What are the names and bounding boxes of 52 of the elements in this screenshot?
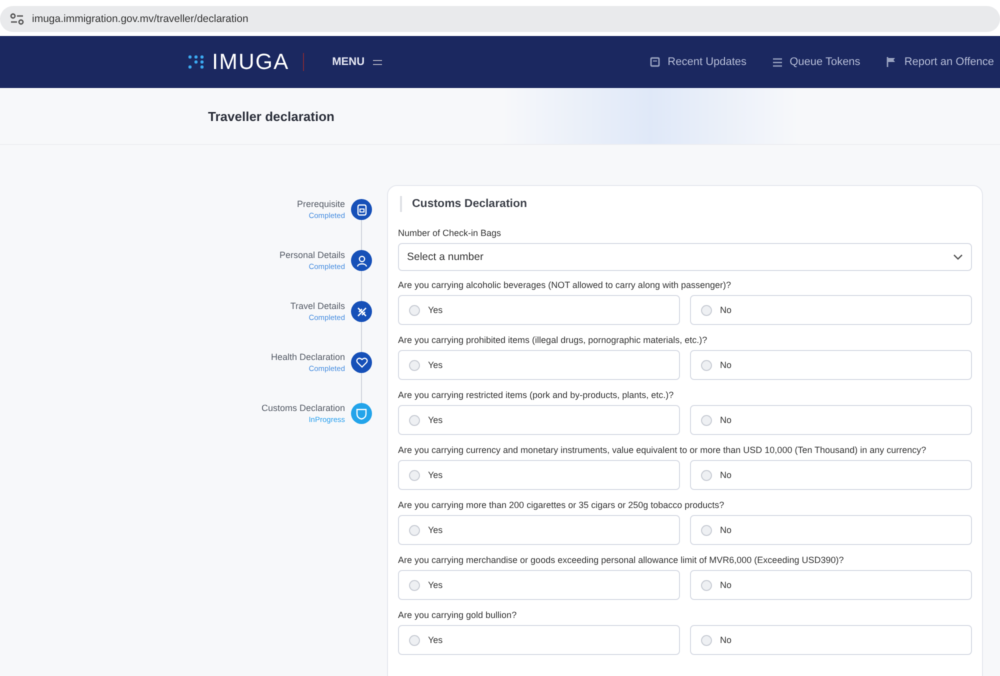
step-label: Personal Details: [279, 250, 345, 260]
question-text: Are you carrying more than 200 cigarettes or 35 cigars or 250g tobacco products?: [398, 500, 726, 510]
menu-button[interactable]: MENU: [332, 56, 382, 68]
radio-option[interactable]: No: [690, 570, 972, 600]
radio-option[interactable]: Yes: [398, 350, 680, 380]
radio-option[interactable]: Yes: [398, 570, 680, 600]
menu-icon: [372, 58, 382, 66]
question-text: Are you carrying currency and monetary instruments, value equivalent to or more than USD 10,000 (Ten Thousand) in any currency?: [398, 445, 928, 455]
step-circle[interactable]: [351, 301, 372, 322]
dots-logo-icon: [188, 54, 206, 70]
radio-option[interactable]: Yes: [398, 295, 680, 325]
step-label: Travel Details: [290, 301, 345, 311]
section-title: Customs Declaration: [400, 196, 972, 212]
list-icon: [772, 58, 782, 66]
nav-link[interactable]: Report an Offence: [886, 56, 994, 68]
radio-option[interactable]: No: [690, 295, 972, 325]
bags-select[interactable]: Select a number: [398, 243, 972, 271]
flag-icon: [886, 57, 896, 67]
radio-option[interactable]: Yes: [398, 625, 680, 655]
document-icon: [356, 204, 366, 216]
url-text: imuga.immigration.gov.mv/traveller/declaration: [32, 13, 248, 25]
document-icon: [650, 57, 660, 67]
person-icon: [356, 254, 368, 266]
question-text: Are you carrying merchandise or goods exceeding personal allowance limit of MVR6,000 (Exceeding USD390)?: [398, 555, 845, 565]
radio-option[interactable]: No: [690, 350, 972, 380]
step-label: Prerequisite: [296, 199, 345, 209]
shield-icon: [356, 408, 367, 420]
nav-link[interactable]: Queue Tokens: [772, 56, 860, 68]
chevron-down-icon: [953, 254, 963, 260]
field-label: Number of Check-in Bags: [398, 228, 502, 238]
site-settings-icon[interactable]: [10, 13, 24, 25]
step-circle[interactable]: [351, 352, 372, 373]
radio-option[interactable]: Yes: [398, 405, 680, 435]
heart-icon: [356, 357, 368, 368]
nav-link[interactable]: Recent Updates: [650, 56, 747, 68]
page-title: Traveller declaration: [208, 108, 334, 124]
radio-option[interactable]: No: [690, 460, 972, 490]
step-circle[interactable]: [351, 250, 372, 271]
radio-option[interactable]: Yes: [398, 460, 680, 490]
address-bar[interactable]: imuga.immigration.gov.mv/traveller/declaration: [0, 6, 1000, 32]
logo-text[interactable]: IMUGA: [212, 49, 290, 75]
radio-option[interactable]: No: [690, 405, 972, 435]
question-text: Are you carrying gold bullion?: [398, 610, 518, 620]
step-label: Customs Declaration: [261, 403, 345, 413]
step-circle[interactable]: [351, 199, 372, 220]
radio-option[interactable]: Yes: [398, 515, 680, 545]
question-text: Are you carrying prohibited items (illegal drugs, pornographic materials, etc.)?: [398, 335, 708, 345]
question-text: Are you carrying restricted items (pork and by-products, plants, etc.)?: [398, 390, 675, 400]
radio-option[interactable]: No: [690, 625, 972, 655]
question-text: Are you carrying alcoholic beverages (NOT allowed to carry along with passenger)?: [398, 280, 732, 290]
radio-option[interactable]: No: [690, 515, 972, 545]
step-label: Health Declaration: [270, 352, 345, 362]
